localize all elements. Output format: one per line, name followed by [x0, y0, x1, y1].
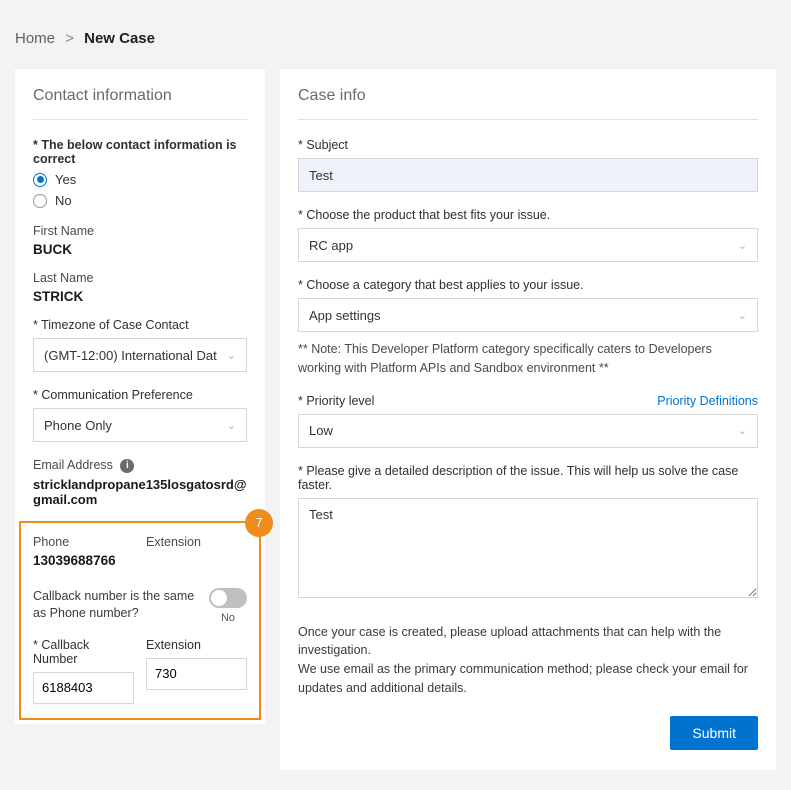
email-label: Email Address i	[33, 458, 247, 473]
callback-number-label: * Callback Number	[33, 638, 134, 666]
case-info-panel: Case info * Subject Test * Choose the pr…	[280, 69, 776, 770]
confirm-no-row[interactable]: No	[33, 193, 247, 208]
callback-ext-label: Extension	[146, 638, 247, 652]
timezone-value: (GMT-12:00) International Dat	[44, 348, 217, 363]
subject-value: Test	[309, 168, 333, 183]
comm-pref-label: * Communication Preference	[33, 388, 247, 402]
last-name-label: Last Name	[33, 271, 247, 285]
product-value: RC app	[309, 238, 353, 253]
category-select[interactable]: App settings ⌄	[298, 298, 758, 332]
chevron-down-icon: ⌄	[738, 309, 747, 322]
radio-no-label: No	[55, 193, 72, 208]
comm-pref-value: Phone Only	[44, 418, 112, 433]
callback-toggle-state: No	[209, 612, 247, 624]
timezone-label: * Timezone of Case Contact	[33, 318, 247, 332]
step-badge: 7	[245, 509, 273, 537]
subject-input[interactable]: Test	[298, 158, 758, 192]
category-note: ** Note: This Developer Platform categor…	[298, 340, 758, 378]
priority-definitions-link[interactable]: Priority Definitions	[657, 394, 758, 408]
timezone-select[interactable]: (GMT-12:00) International Dat ⌄	[33, 338, 247, 372]
description-textarea[interactable]	[298, 498, 758, 598]
contact-info-title: Contact information	[33, 87, 247, 120]
priority-label: * Priority level	[298, 394, 374, 408]
product-select[interactable]: RC app ⌄	[298, 228, 758, 262]
confirm-yes-row[interactable]: Yes	[33, 172, 247, 187]
breadcrumb-separator: >	[65, 30, 74, 47]
priority-value: Low	[309, 423, 333, 438]
help-text: Once your case is created, please upload…	[298, 623, 758, 698]
breadcrumb-current: New Case	[84, 30, 155, 47]
callback-highlight-box: 7 Phone 13039688766 Extension Callback n…	[19, 521, 261, 720]
confirm-info-label: * The below contact information is corre…	[33, 138, 247, 166]
chevron-down-icon: ⌄	[738, 239, 747, 252]
breadcrumb-home[interactable]: Home	[15, 30, 55, 47]
product-label: * Choose the product that best fits your…	[298, 208, 758, 222]
phone-value: 13039688766	[33, 553, 134, 568]
info-icon[interactable]: i	[120, 459, 134, 473]
comm-pref-select[interactable]: Phone Only ⌄	[33, 408, 247, 442]
priority-select[interactable]: Low ⌄	[298, 414, 758, 448]
contact-info-panel: Contact information * The below contact …	[15, 69, 265, 724]
submit-button[interactable]: Submit	[670, 716, 758, 750]
chevron-down-icon: ⌄	[227, 419, 236, 432]
help-line-1: Once your case is created, please upload…	[298, 623, 758, 661]
case-info-title: Case info	[298, 87, 758, 120]
first-name-value: BUCK	[33, 242, 247, 257]
first-name-label: First Name	[33, 224, 247, 238]
help-line-2: We use email as the primary communicatio…	[298, 660, 758, 698]
subject-label: * Subject	[298, 138, 758, 152]
phone-label: Phone	[33, 535, 134, 549]
chevron-down-icon: ⌄	[738, 424, 747, 437]
radio-yes[interactable]	[33, 173, 47, 187]
category-value: App settings	[309, 308, 381, 323]
description-label: * Please give a detailed description of …	[298, 464, 758, 492]
email-value: stricklandpropane135losgatosrd@gmail.com	[33, 477, 247, 507]
phone-extension-label: Extension	[146, 535, 247, 549]
breadcrumb: Home > New Case	[15, 30, 776, 47]
chevron-down-icon: ⌄	[227, 349, 236, 362]
callback-number-input[interactable]	[33, 672, 134, 704]
radio-no[interactable]	[33, 194, 47, 208]
category-label: * Choose a category that best applies to…	[298, 278, 758, 292]
callback-ext-input[interactable]	[146, 658, 247, 690]
callback-same-toggle[interactable]	[209, 588, 247, 608]
callback-same-label: Callback number is the same as Phone num…	[33, 588, 209, 623]
radio-yes-label: Yes	[55, 172, 76, 187]
last-name-value: STRICK	[33, 289, 247, 304]
